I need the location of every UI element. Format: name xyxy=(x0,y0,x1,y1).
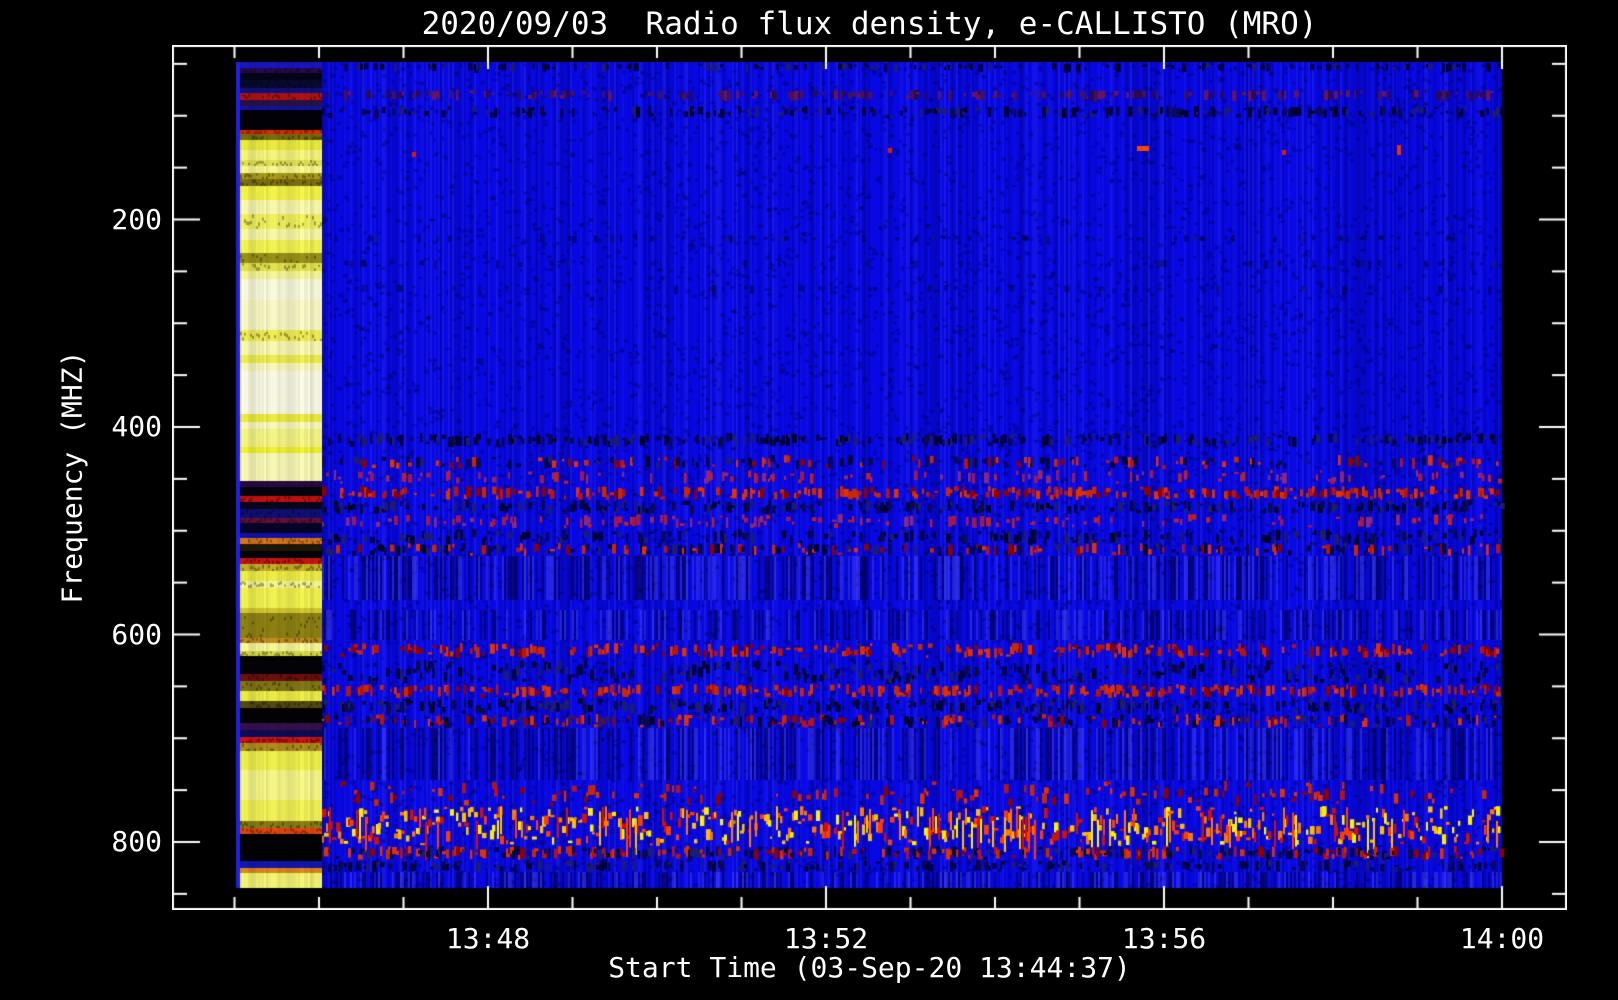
x-tick-label: 13:56 xyxy=(1121,922,1207,955)
x-axis-title: Start Time (03-Sep-20 13:44:37) xyxy=(608,951,1131,984)
x-tick-label: 13:52 xyxy=(783,922,869,955)
y-tick-label: 800 xyxy=(111,825,162,858)
y-axis-title: Frequency (MHZ) xyxy=(55,350,89,604)
x-tick-label: 14:00 xyxy=(1459,922,1545,955)
plot-title: 2020/09/03 Radio flux density, e-CALLIST… xyxy=(421,6,1318,42)
y-tick-label: 600 xyxy=(111,617,162,651)
spectrogram-page: 2020/09/03 Radio flux density, e-CALLIST… xyxy=(0,0,1618,1000)
x-tick-label: 13:48 xyxy=(445,922,531,955)
y-tick-label: 400 xyxy=(111,410,162,443)
spectrogram-canvas xyxy=(172,45,1567,910)
y-tick-label: 200 xyxy=(111,202,162,236)
plot-area xyxy=(172,45,1567,910)
